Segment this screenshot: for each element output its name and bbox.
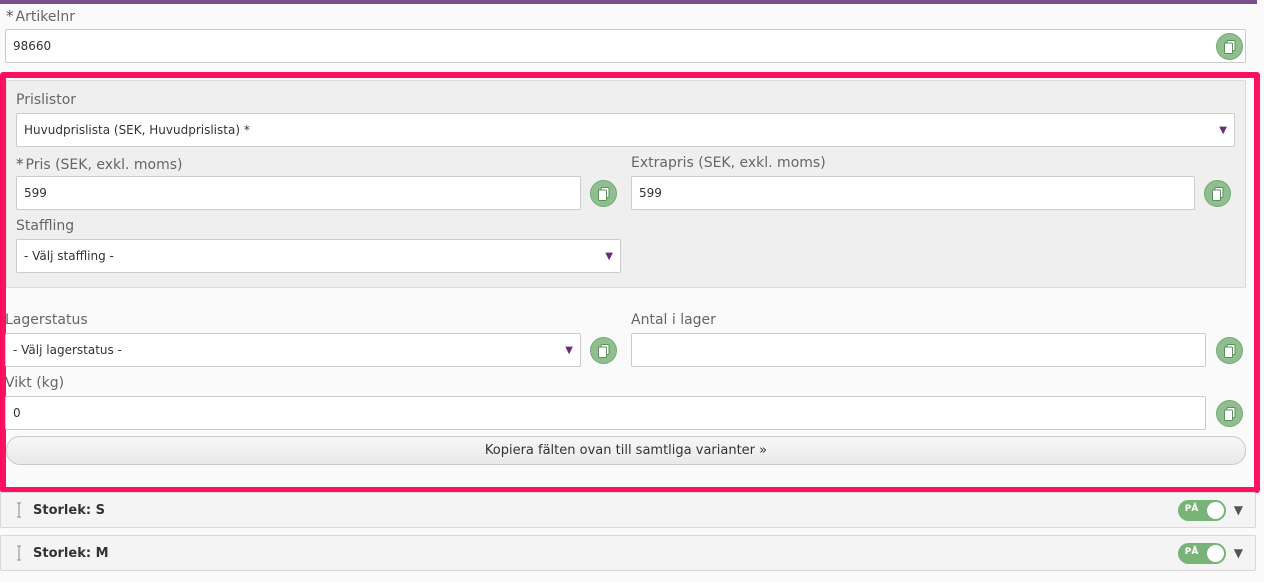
price-value: 599: [24, 186, 47, 200]
article-number-input[interactable]: 98660: [5, 29, 1246, 63]
copy-stock-qty-button[interactable]: [1216, 337, 1243, 364]
drag-handle-icon[interactable]: [12, 502, 26, 518]
copy-weight-button[interactable]: [1216, 400, 1243, 427]
variant-active-toggle[interactable]: PÅ: [1177, 499, 1226, 521]
stock-status-select[interactable]: - Välj lagerstatus - ▼: [5, 333, 581, 367]
variant-row-s[interactable]: Storlek: S PÅ ▼: [0, 492, 1256, 528]
pricelist-select[interactable]: Huvudprislista (SEK, Huvudprislista) * ▼: [16, 113, 1235, 147]
stock-qty-input[interactable]: [631, 333, 1206, 367]
weight-value: 0: [13, 406, 21, 420]
toggle-knob: [1206, 544, 1224, 562]
drag-handle-icon[interactable]: [12, 545, 26, 561]
price-label-text: Pris (SEK, exkl. moms): [25, 157, 183, 173]
chevron-down-icon[interactable]: ▼: [1234, 546, 1243, 560]
extraprice-value: 599: [639, 186, 662, 200]
variant-active-toggle[interactable]: PÅ: [1177, 542, 1226, 564]
variant-title: Storlek: S: [33, 502, 105, 518]
copy-icon: [1223, 39, 1235, 54]
stock-qty-label: Antal i lager: [631, 312, 716, 328]
drag-handle-icon: [17, 502, 21, 518]
copy-icon: [1211, 186, 1223, 201]
copy-extraprice-button[interactable]: [1204, 180, 1231, 207]
top-accent-bar: [0, 0, 1257, 4]
copy-stock-status-button[interactable]: [590, 337, 617, 364]
caret-down-icon: ▼: [1219, 124, 1227, 136]
article-number-value: 98660: [13, 39, 52, 53]
copy-icon: [1223, 406, 1235, 421]
stock-status-selected-value: - Välj lagerstatus -: [13, 343, 122, 357]
copy-icon: [597, 343, 609, 358]
caret-down-icon: ▼: [605, 250, 613, 262]
price-input[interactable]: 599: [16, 176, 581, 210]
copy-article-number-button[interactable]: [1216, 33, 1243, 60]
copy-price-button[interactable]: [590, 180, 617, 207]
chevron-down-icon[interactable]: ▼: [1234, 503, 1243, 517]
extraprice-input[interactable]: 599: [631, 176, 1195, 210]
copy-to-all-variants-label: Kopiera fälten ovan till samtliga varian…: [484, 443, 768, 458]
weight-label: Vikt (kg): [5, 375, 65, 391]
copy-icon: [597, 186, 609, 201]
variant-row-m[interactable]: Storlek: M PÅ ▼: [0, 535, 1256, 571]
toggle-knob: [1206, 501, 1224, 519]
tiering-select[interactable]: - Välj staffling - ▼: [16, 239, 621, 273]
article-number-label: * Artikelnr: [6, 7, 75, 25]
weight-input[interactable]: 0: [5, 396, 1206, 430]
price-label: * Pris (SEK, exkl. moms): [16, 155, 183, 173]
toggle-label: PÅ: [1184, 546, 1199, 557]
required-mark: *: [6, 7, 14, 25]
pricelist-selected-value: Huvudprislista (SEK, Huvudprislista) *: [24, 123, 250, 137]
toggle-label: PÅ: [1184, 503, 1199, 514]
caret-down-icon: ▼: [565, 344, 573, 356]
tiering-label: Staffling: [16, 218, 75, 234]
variant-title: Storlek: M: [33, 545, 109, 561]
extraprice-label: Extrapris (SEK, exkl. moms): [631, 155, 826, 171]
required-mark: *: [16, 155, 24, 173]
article-number-label-text: Artikelnr: [15, 9, 75, 25]
copy-to-all-variants-button[interactable]: Kopiera fälten ovan till samtliga varian…: [6, 436, 1246, 465]
drag-handle-icon: [17, 545, 21, 561]
stock-status-label: Lagerstatus: [5, 312, 88, 328]
copy-icon: [1223, 343, 1235, 358]
tiering-selected-value: - Välj staffling -: [24, 249, 114, 263]
pricelists-label: Prislistor: [16, 92, 77, 108]
